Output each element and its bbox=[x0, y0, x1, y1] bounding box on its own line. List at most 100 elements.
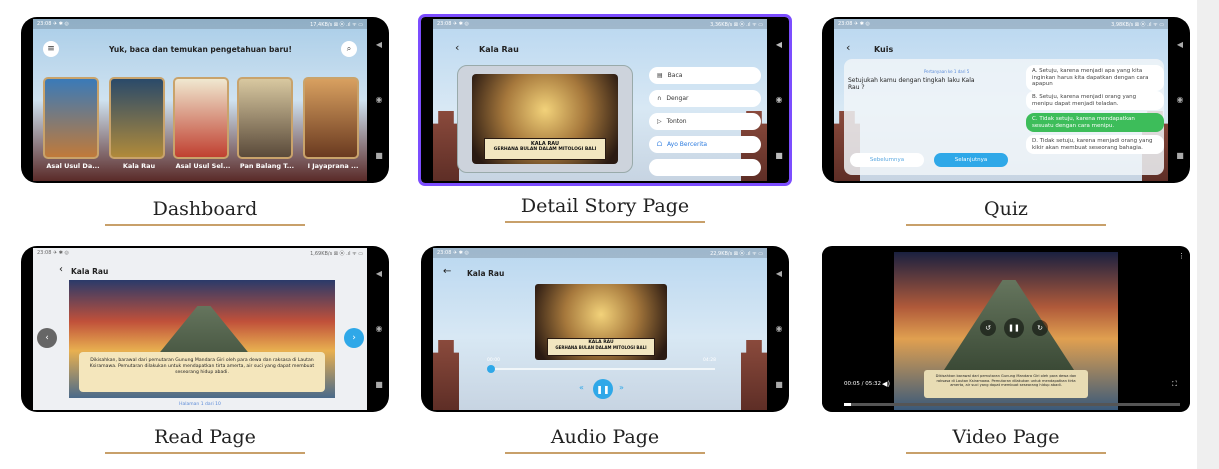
temple-decoration bbox=[433, 111, 459, 181]
recents-nav-icon[interactable]: ■ bbox=[775, 380, 783, 389]
back-arrow-icon[interactable]: ‹ bbox=[455, 41, 459, 54]
video-time: 00:05 / 05:32 bbox=[844, 381, 882, 387]
quiz-option-c[interactable]: C. Tidak setuju, karena mendapatkan sesu… bbox=[1026, 113, 1164, 133]
status-bar: 23:08 ✈ ✱ ◎ 1,69KB/s ⊠ ⦿ .ıl ᯤ ▭ bbox=[33, 248, 367, 258]
quiz-option-d[interactable]: D. Tidak setuju, karena menjadi orang ya… bbox=[1026, 135, 1164, 155]
quiz-question: Setujukah kamu dengan tingkah laku Kala … bbox=[848, 77, 975, 92]
read-title: Kala Rau bbox=[71, 267, 109, 276]
quiz-phone: 23:08 ✈ ✱ ◎ 3,98KB/s ⊠ ⦿ .ıl ᯤ ▭ ‹ Kuis … bbox=[822, 17, 1190, 183]
read-button[interactable]: ▤ Baca bbox=[649, 67, 761, 84]
video-subtitle: Dikisahkan barawal dari pemutaran Gunung… bbox=[935, 374, 1077, 388]
fullscreen-icon[interactable]: ⛶ bbox=[1172, 380, 1177, 389]
previous-button[interactable]: Sebelumnya bbox=[850, 153, 924, 167]
recents-nav-icon[interactable]: ■ bbox=[375, 151, 383, 160]
temple-decoration bbox=[741, 340, 767, 410]
audio-time-total: 04:28 bbox=[703, 358, 716, 363]
dashboard-screen: 23:08 ✈ ✱ ◎ 17,4KB/s ⊠ ⦿ .ıl ᯤ ▭ ≡ Yuk, … bbox=[33, 19, 367, 181]
back-nav-icon[interactable]: ◀ bbox=[776, 269, 782, 278]
story-cover-image: KALA RAU GERHANA BULAN DALAM MITOLOGI BA… bbox=[472, 74, 618, 164]
book-title: Kala Rau bbox=[122, 162, 156, 170]
caption-video: Video Page bbox=[952, 426, 1060, 448]
status-icons: 22,9KB/s ⊠ ⦿ .ıl ᯤ ▭ bbox=[710, 250, 763, 257]
quiz-option-b[interactable]: B. Setuju, karena menjadi orang yang men… bbox=[1026, 91, 1164, 111]
read-text-box: Dikisahkan, barawal dari pemutaran Gunun… bbox=[79, 352, 325, 392]
previous-page-icon[interactable]: ‹ bbox=[37, 328, 57, 348]
status-icons: 1,69KB/s ⊠ ⦿ .ıl ᯤ ▭ bbox=[310, 250, 363, 257]
more-options-icon[interactable]: ⋮ bbox=[1178, 252, 1185, 260]
audio-phone: 23:08 ✈ ✱ ◎ 22,9KB/s ⊠ ⦿ .ıl ᯤ ▭ ← Kala … bbox=[421, 246, 789, 412]
book-card[interactable]: Pan Balang T... bbox=[237, 77, 294, 170]
listen-button[interactable]: ∩ Dengar bbox=[649, 90, 761, 107]
back-arrow-icon[interactable]: ‹ bbox=[846, 41, 850, 54]
system-nav-bar: ◀ ◉ ■ bbox=[369, 246, 389, 412]
story-cover-frame: KALA RAU GERHANA BULAN DALAM MITOLOGI BA… bbox=[457, 65, 633, 173]
home-nav-icon[interactable]: ◉ bbox=[376, 95, 383, 104]
read-phone: 23:08 ✈ ✱ ◎ 1,69KB/s ⊠ ⦿ .ıl ᯤ ▭ ‹ Kala … bbox=[21, 246, 389, 412]
watch-button[interactable]: ▷ Tonton bbox=[649, 113, 761, 130]
replay-10-icon[interactable]: ↺ bbox=[980, 320, 996, 336]
back-nav-icon[interactable]: ◀ bbox=[376, 40, 382, 49]
back-nav-icon[interactable]: ◀ bbox=[376, 269, 382, 278]
book-card[interactable]: I Jayaprana ... bbox=[303, 77, 359, 170]
system-nav-bar: ◀ ◉ ■ bbox=[1170, 17, 1190, 183]
book-card[interactable]: Kala Rau bbox=[109, 77, 165, 170]
status-icons: 3,98KB/s ⊠ ⦿ .ıl ᯤ ▭ bbox=[1111, 21, 1164, 28]
audio-time-current: 00:00 bbox=[487, 358, 500, 363]
next-button[interactable]: Selanjutnya bbox=[934, 153, 1008, 167]
detail-screen: 23:08 ✈ ✱ ◎ 3,36KB/s ⊠ ⦿ .ıl ᯤ ▭ ‹ Kala … bbox=[433, 19, 767, 181]
home-nav-icon[interactable]: ◉ bbox=[376, 324, 383, 333]
detail-phone: 23:08 ✈ ✱ ◎ 3,36KB/s ⊠ ⦿ .ıl ᯤ ▭ ‹ Kala … bbox=[418, 14, 792, 186]
fast-forward-icon[interactable]: » bbox=[619, 383, 624, 392]
status-icons: 17,4KB/s ⊠ ⦿ .ıl ᯤ ▭ bbox=[310, 21, 363, 28]
back-nav-icon[interactable]: ◀ bbox=[776, 40, 782, 49]
status-icons: 3,36KB/s ⊠ ⦿ .ıl ᯤ ▭ bbox=[710, 21, 763, 28]
pause-icon[interactable]: ❚❚ bbox=[1004, 318, 1024, 338]
recents-nav-icon[interactable]: ■ bbox=[1176, 151, 1184, 160]
watch-button-label: Tonton bbox=[666, 118, 687, 125]
book-title: Asal Usul Sel... bbox=[175, 162, 231, 170]
temple-decoration bbox=[433, 340, 459, 410]
caption-underline bbox=[105, 224, 305, 226]
quiz-screen: 23:08 ✈ ✱ ◎ 3,98KB/s ⊠ ⦿ .ıl ᯤ ▭ ‹ Kuis … bbox=[834, 19, 1168, 181]
audio-progress-knob[interactable] bbox=[487, 365, 496, 373]
caption-underline bbox=[105, 452, 305, 454]
home-nav-icon[interactable]: ◉ bbox=[1177, 95, 1184, 104]
recents-nav-icon[interactable]: ■ bbox=[375, 380, 383, 389]
caption-underline bbox=[505, 452, 705, 454]
dashboard-header-title: Yuk, baca dan temukan pengetahuan baru! bbox=[109, 45, 292, 54]
voice-icon: ᗝ bbox=[657, 140, 662, 148]
caption-audio: Audio Page bbox=[550, 426, 660, 448]
home-nav-icon[interactable]: ◉ bbox=[776, 95, 783, 104]
forward-10-icon[interactable]: ↻ bbox=[1032, 320, 1048, 336]
page-scrollbar[interactable] bbox=[1197, 0, 1219, 469]
pause-icon[interactable]: ❚❚ bbox=[593, 379, 613, 399]
home-nav-icon[interactable]: ◉ bbox=[776, 324, 783, 333]
story-title: Kala Rau bbox=[479, 45, 519, 54]
search-icon[interactable]: ⌕ bbox=[341, 41, 357, 57]
book-card[interactable]: Asal Usul Sel... bbox=[173, 77, 230, 170]
back-arrow-icon[interactable]: ← bbox=[443, 266, 451, 277]
status-time: 23:08 ✈ ✱ ◎ bbox=[437, 250, 469, 256]
book-card[interactable]: Asal Usul Da... bbox=[43, 77, 100, 170]
quiz-option-a[interactable]: A. Setuju, karena menjadi apa yang kita … bbox=[1026, 65, 1164, 91]
rewind-icon[interactable]: « bbox=[579, 383, 584, 392]
back-nav-icon[interactable]: ◀ bbox=[1177, 40, 1183, 49]
quiz-progress-label: Pertanyaan ke 1 dari 5 bbox=[924, 69, 970, 74]
next-page-icon[interactable]: › bbox=[344, 328, 364, 348]
system-nav-bar: ◀ ◉ ■ bbox=[769, 17, 789, 183]
volume-icon[interactable]: ◀) bbox=[882, 380, 890, 388]
hamburger-menu-icon[interactable]: ≡ bbox=[43, 41, 59, 57]
tell-story-button[interactable]: ᗝ Ayo Bercerita bbox=[649, 136, 761, 153]
status-time: 23:08 ✈ ✱ ◎ bbox=[838, 21, 870, 27]
recents-nav-icon[interactable]: ■ bbox=[775, 151, 783, 160]
more-button[interactable] bbox=[649, 159, 761, 176]
video-progress-track[interactable] bbox=[844, 403, 1180, 406]
caption-read: Read Page bbox=[154, 426, 256, 448]
status-bar: 23:08 ✈ ✱ ◎ 17,4KB/s ⊠ ⦿ .ıl ᯤ ▭ bbox=[33, 19, 367, 29]
cover-caption-subtitle: GERHANA BULAN DALAM MITOLOGI BALI bbox=[493, 147, 597, 152]
back-arrow-icon[interactable]: ‹ bbox=[59, 264, 63, 275]
audio-progress-track[interactable] bbox=[487, 365, 715, 373]
book-title: I Jayaprana ... bbox=[307, 162, 359, 170]
video-progress-fill bbox=[844, 403, 851, 406]
audio-cover-image: KALA RAU GERHANA BULAN DALAM MITOLOGI BA… bbox=[535, 284, 667, 360]
